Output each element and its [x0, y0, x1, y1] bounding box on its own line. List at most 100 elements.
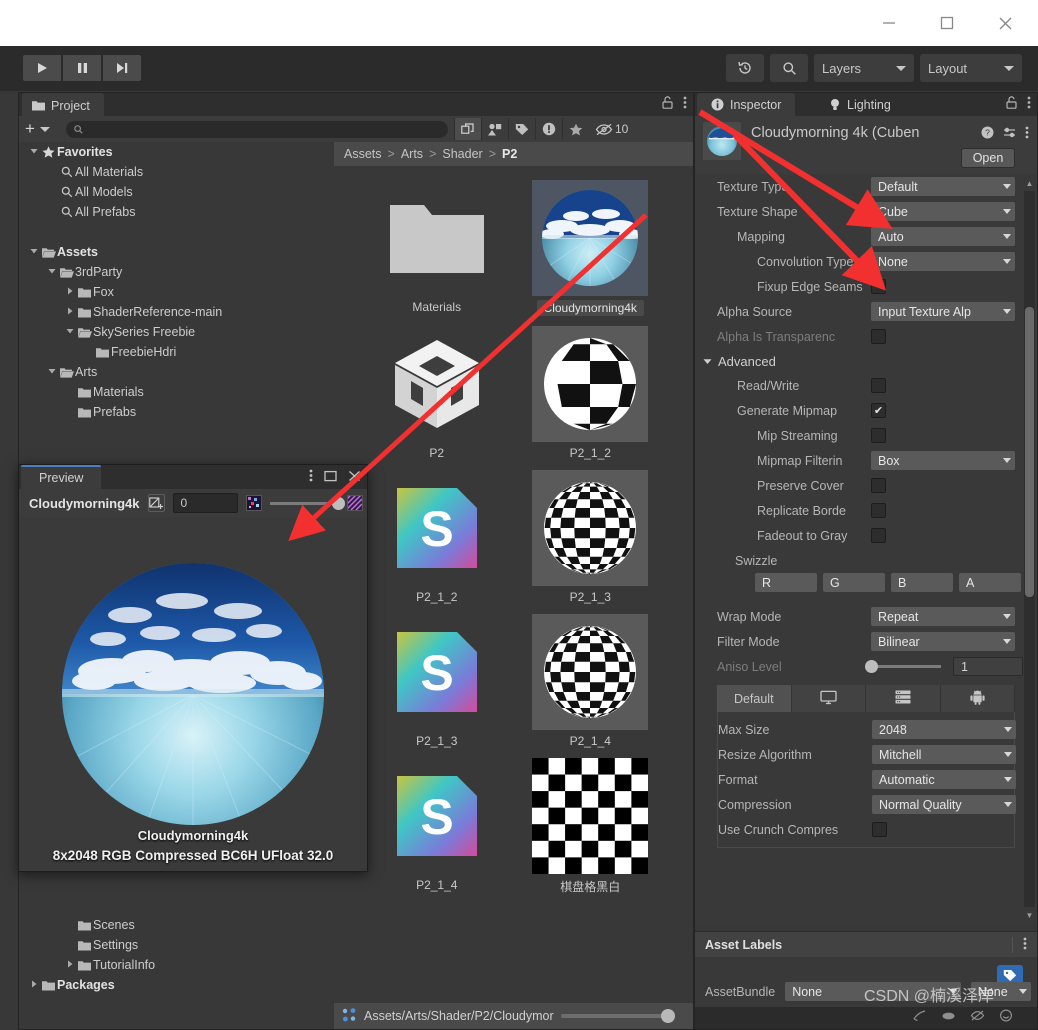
dropdown-texture-shape[interactable]: Cube	[871, 202, 1015, 221]
grid-zoom-slider[interactable]	[560, 1009, 675, 1023]
chevron-down-icon[interactable]	[27, 247, 40, 257]
minimize-icon[interactable]	[860, 3, 918, 43]
tree-item-prefabs[interactable]: Prefabs	[19, 402, 333, 422]
checkbox-preserve-cover[interactable]	[871, 478, 886, 493]
tree-item-all-models[interactable]: All Models	[19, 182, 333, 202]
dropdown-texture-type[interactable]: Default	[871, 177, 1015, 196]
menu-kebab-icon[interactable]	[309, 469, 313, 485]
dropdown-mapping[interactable]: Auto	[871, 227, 1015, 246]
tree-item-materials[interactable]: Materials	[19, 382, 333, 402]
assetbundle-dropdown[interactable]: None	[785, 982, 961, 1001]
layout-dropdown[interactable]: Layout	[920, 54, 1022, 82]
asset-grid-item[interactable]: P2_1_4	[518, 614, 664, 748]
window-icon[interactable]	[453, 118, 481, 140]
tree-item-favorites[interactable]: Favorites	[19, 142, 333, 162]
menu-kebab-icon[interactable]	[1025, 126, 1029, 142]
color-swatch-high-icon[interactable]	[345, 493, 363, 511]
breadcrumb-item-arts[interactable]: Arts	[401, 147, 423, 161]
menu-kebab-icon[interactable]	[1027, 96, 1031, 114]
asset-grid-item[interactable]: Cloudymorning4k	[518, 180, 664, 316]
aniso-slider[interactable]	[865, 660, 941, 673]
layers-dropdown[interactable]: Layers	[814, 54, 914, 82]
asset-grid-item[interactable]: P2_1_3	[518, 470, 664, 604]
swizzle-dropdown-r[interactable]: R	[755, 573, 817, 592]
footer-icon-2[interactable]	[941, 1009, 956, 1027]
pause-button[interactable]	[62, 54, 102, 82]
asset-grid-item[interactable]: Materials	[364, 180, 510, 316]
tree-item-scenes[interactable]: Scenes	[19, 915, 333, 935]
color-swatch-low-icon[interactable]	[246, 495, 263, 511]
favorite-star-icon[interactable]	[561, 118, 589, 140]
platform-tab-default[interactable]: Default	[717, 685, 792, 712]
aniso-slider-knob[interactable]	[865, 660, 878, 673]
asset-grid-item[interactable]: P2_1_2	[518, 326, 664, 460]
swizzle-dropdown-g[interactable]: G	[823, 573, 885, 592]
tree-item-assets[interactable]: Assets	[19, 242, 333, 262]
label-icon[interactable]	[507, 118, 535, 140]
hidden-assets-counter[interactable]: 10	[595, 122, 628, 136]
tree-item-freebiehdri[interactable]: FreebieHdri	[19, 342, 333, 362]
checkbox-alpha-is-transparenc[interactable]	[871, 329, 886, 344]
tree-item-tutorialinfo[interactable]: TutorialInfo	[19, 955, 333, 975]
chevron-down-icon[interactable]	[45, 367, 58, 377]
checkbox-fadeout-to-gray[interactable]	[871, 528, 886, 543]
chevron-down-icon[interactable]	[27, 147, 40, 157]
breadcrumb-item-p2[interactable]: P2	[502, 147, 517, 161]
lock-icon[interactable]	[662, 96, 673, 114]
grid-zoom-knob[interactable]	[661, 1009, 675, 1023]
preview-mip-field[interactable]: 0	[173, 493, 239, 513]
preview-exposure-knob[interactable]	[332, 496, 345, 510]
dropdown-convolution-type[interactable]: None	[871, 252, 1015, 271]
swizzle-dropdown-b[interactable]: B	[891, 573, 953, 592]
undo-history-icon[interactable]	[726, 54, 764, 82]
preview-canvas[interactable]: Cloudymorning4k 8x2048 RGB Compressed BC…	[19, 517, 367, 871]
asset-grid-item[interactable]: 棋盘格黑白	[518, 758, 664, 895]
footer-icon-1[interactable]	[912, 1009, 927, 1027]
menu-kebab-icon[interactable]	[1012, 936, 1027, 953]
play-button[interactable]	[22, 54, 62, 82]
open-button[interactable]: Open	[961, 148, 1015, 168]
chevron-right-icon[interactable]	[63, 960, 76, 970]
foldout-advanced[interactable]: Advanced	[695, 349, 1037, 373]
tree-item-shaderreference-main[interactable]: ShaderReference-main	[19, 302, 333, 322]
dropdown-filter-mode[interactable]: Bilinear	[871, 632, 1015, 651]
chevron-right-icon[interactable]	[27, 980, 40, 990]
add-asset-button[interactable]: +	[25, 119, 50, 139]
checkbox-replicate-borde[interactable]	[871, 503, 886, 518]
chevron-right-icon[interactable]	[63, 307, 76, 317]
chevron-down-icon[interactable]	[63, 327, 76, 337]
tab-preview[interactable]: Preview	[21, 465, 102, 489]
search-icon[interactable]	[770, 54, 808, 82]
asset-grid-item[interactable]: S P2_1_4	[364, 758, 510, 895]
close-icon[interactable]	[348, 470, 361, 485]
checkbox-use-crunch-compression[interactable]	[872, 822, 887, 837]
asset-type-icon[interactable]	[480, 118, 508, 140]
aniso-value-field[interactable]: 1	[953, 657, 1023, 676]
project-search-input[interactable]	[65, 120, 448, 138]
platform-tab-android[interactable]	[940, 685, 1015, 712]
breadcrumb[interactable]: Assets > Arts > Shader > P2	[334, 142, 693, 166]
dropdown-wrap-mode[interactable]: Repeat	[871, 607, 1015, 626]
tree-item-all-prefabs[interactable]: All Prefabs	[19, 202, 333, 222]
tree-item-skyseries-freebie[interactable]: SkySeries Freebie	[19, 322, 333, 342]
warning-icon[interactable]	[534, 118, 562, 140]
tree-item-arts[interactable]: Arts	[19, 362, 333, 382]
tree-item-packages[interactable]: Packages	[19, 975, 333, 995]
dropdown-max-size[interactable]: 2048	[872, 720, 1016, 739]
dropdown-alpha-source[interactable]: Input Texture Alp	[871, 302, 1015, 321]
tab-project[interactable]: Project	[22, 93, 104, 116]
step-button[interactable]	[102, 54, 142, 82]
inspector-scrollbar[interactable]: ▲ ▼	[1024, 177, 1035, 921]
chevron-right-icon[interactable]	[63, 287, 76, 297]
close-icon[interactable]	[976, 3, 1034, 43]
lock-icon[interactable]	[1006, 96, 1017, 114]
tree-item-fox[interactable]: Fox	[19, 282, 333, 302]
preview-exposure-slider[interactable]	[270, 496, 345, 510]
preset-icon[interactable]	[1003, 126, 1016, 142]
tree-item-3rdparty[interactable]: 3rdParty	[19, 262, 333, 282]
footer-icon-4[interactable]	[999, 1009, 1013, 1027]
breadcrumb-item-shader[interactable]: Shader	[442, 147, 482, 161]
dropdown-format[interactable]: Automatic	[872, 770, 1016, 789]
maximize-icon[interactable]	[918, 3, 976, 43]
dropdown-mipmap-filterin[interactable]: Box	[871, 451, 1015, 470]
